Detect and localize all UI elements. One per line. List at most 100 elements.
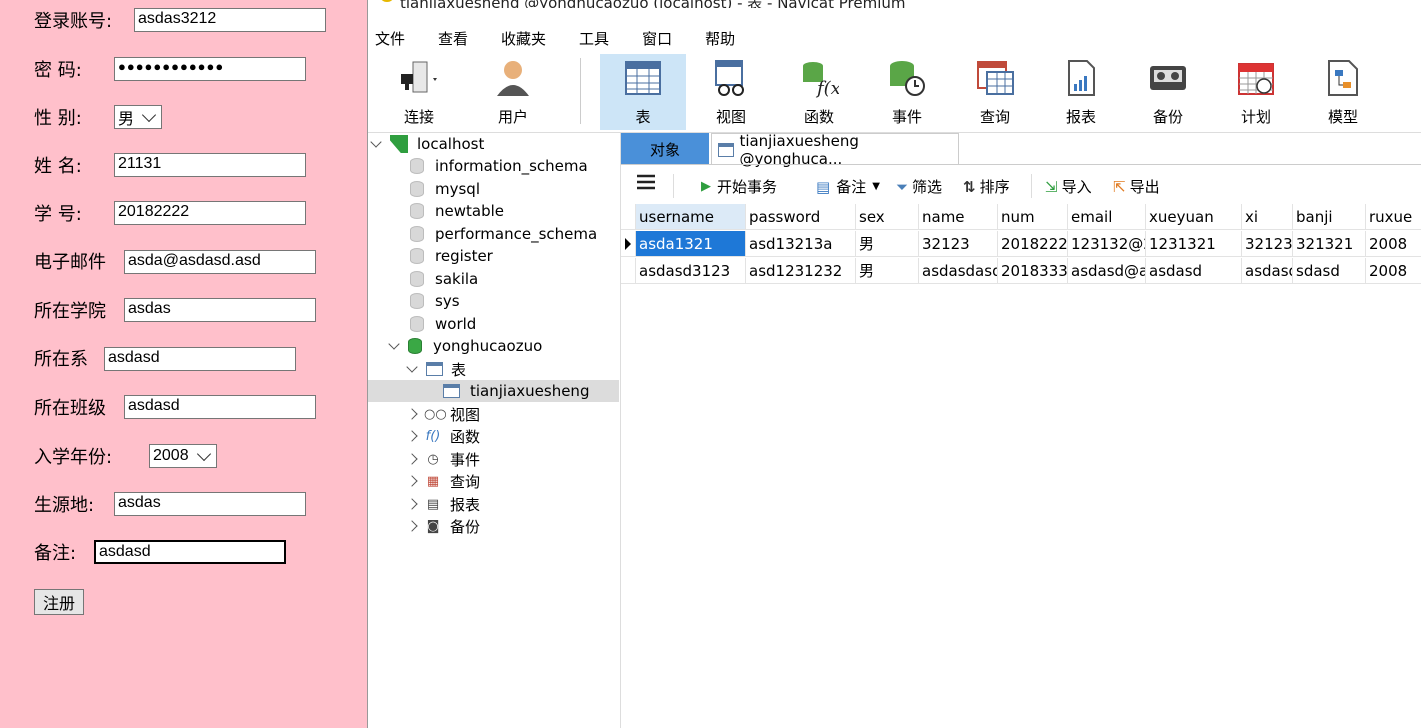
origin-row: 生源地: xyxy=(34,491,94,517)
tree-db-newtable[interactable]: newtable xyxy=(410,200,504,222)
tree-db-register[interactable]: register xyxy=(410,245,493,267)
toolbar-separator xyxy=(673,174,674,198)
chevron-down-icon xyxy=(406,361,418,373)
tree-group-reports[interactable]: ▤ 报表 xyxy=(406,493,480,515)
tree-connection-localhost[interactable]: localhost xyxy=(370,133,484,155)
tree-db-world[interactable]: world xyxy=(410,313,476,335)
tree-db-yonghucaozuo[interactable]: yonghucaozuo xyxy=(388,335,542,357)
menu-help[interactable]: 帮助 xyxy=(705,24,735,48)
column-header-xueyuan[interactable]: xueyuan xyxy=(1146,204,1242,230)
menu-favorites[interactable]: 收藏夹 xyxy=(501,24,546,48)
menu-tools[interactable]: 工具 xyxy=(579,24,609,48)
table-cell[interactable]: asd13213a xyxy=(746,231,856,257)
view-button[interactable]: 视图 xyxy=(688,54,774,130)
clock-icon: ◷ xyxy=(427,451,439,467)
menu-file[interactable]: 文件 xyxy=(375,24,405,48)
tree-group-tables[interactable]: 表 xyxy=(406,358,466,380)
column-header-name[interactable]: name xyxy=(919,204,998,230)
table-cell[interactable]: 20182222 xyxy=(998,231,1068,257)
sort-button[interactable]: ⇅ 排序 xyxy=(963,176,1010,197)
schedule-button[interactable]: 计划 xyxy=(1213,54,1299,130)
table-cell[interactable]: 2008 xyxy=(1366,231,1421,257)
table-button[interactable]: 表 xyxy=(600,54,686,130)
menu-window[interactable]: 窗口 xyxy=(642,24,672,48)
gender-select[interactable]: 男 xyxy=(114,105,162,129)
table-cell[interactable]: 2008 xyxy=(1366,258,1421,284)
tab-table-data[interactable]: tianjiaxuesheng @yonghuca... xyxy=(711,132,959,168)
note-input[interactable]: asdasd xyxy=(94,540,286,564)
toolbar-separator xyxy=(580,58,581,124)
backup-button[interactable]: 备份 xyxy=(1125,54,1211,130)
table-cell[interactable]: 20183333 xyxy=(998,258,1068,284)
column-header-xi[interactable]: xi xyxy=(1242,204,1293,230)
column-header-banji[interactable]: banji xyxy=(1293,204,1366,230)
user-icon xyxy=(497,61,529,96)
table-cell[interactable]: asda1321 xyxy=(636,231,746,257)
table-cell[interactable]: asdasd xyxy=(1242,258,1293,284)
note-row: 备注: xyxy=(34,539,76,565)
table-cell[interactable]: 1231321 xyxy=(1146,231,1242,257)
table-cell[interactable]: 男 xyxy=(856,231,919,257)
class-input[interactable]: asdasd xyxy=(124,395,316,419)
table-cell[interactable]: asd1231232 xyxy=(746,258,856,284)
connect-button[interactable]: 连接 xyxy=(376,54,462,130)
tree-group-queries[interactable]: ▦ 查询 xyxy=(406,470,480,492)
college-input[interactable]: asdas xyxy=(124,298,316,322)
name-input[interactable]: 21131 xyxy=(114,153,306,177)
current-row-icon xyxy=(625,238,631,250)
year-select[interactable]: 2008 xyxy=(149,444,217,468)
group-label: 备份 xyxy=(450,517,481,536)
tree-table-tianjiaxuesheng[interactable]: tianjiaxuesheng xyxy=(368,380,619,402)
account-input[interactable]: asdas3212 xyxy=(134,8,326,32)
memo-button[interactable]: ▤ 备注 ▼ xyxy=(816,176,880,197)
user-button[interactable]: 用户 xyxy=(470,54,556,130)
column-header-ruxue[interactable]: ruxue xyxy=(1366,204,1421,230)
tree-db-mysql[interactable]: mysql xyxy=(410,178,480,200)
function-button[interactable]: f(x) 函数 xyxy=(776,54,862,130)
column-header-email[interactable]: email xyxy=(1068,204,1146,230)
table-cell[interactable]: asdasd xyxy=(1146,258,1242,284)
export-button[interactable]: ⇱ 导出 xyxy=(1113,176,1160,197)
column-header-sex[interactable]: sex xyxy=(856,204,919,230)
register-button[interactable]: 注册 xyxy=(34,589,85,615)
table-cell[interactable]: asdasdasd xyxy=(919,258,998,284)
import-button[interactable]: ⇲ 导入 xyxy=(1045,176,1092,197)
column-header-username[interactable]: username xyxy=(636,204,746,230)
table-cell[interactable]: 32123 xyxy=(1242,231,1293,257)
table-cell[interactable]: asdasd@a xyxy=(1068,258,1146,284)
report-button[interactable]: 报表 xyxy=(1038,54,1124,130)
password-input[interactable]: ●●●●●●●●●●●● xyxy=(114,57,306,81)
student-id-input[interactable]: 20182222 xyxy=(114,201,306,225)
table-cell[interactable]: 32123 xyxy=(919,231,998,257)
model-button[interactable]: 模型 xyxy=(1300,54,1386,130)
column-header-num[interactable]: num xyxy=(998,204,1068,230)
table-cell[interactable]: sdasd xyxy=(1293,258,1366,284)
column-header-password[interactable]: password xyxy=(746,204,856,230)
table-cell[interactable]: 男 xyxy=(856,258,919,284)
origin-input[interactable]: asdas xyxy=(114,492,306,516)
tree-db-information-schema[interactable]: information_schema xyxy=(410,155,588,177)
event-button[interactable]: 事件 xyxy=(864,54,950,130)
tab-divider xyxy=(621,164,1421,165)
query-button[interactable]: 查询 xyxy=(952,54,1038,130)
hamburger-menu-button[interactable] xyxy=(637,174,655,190)
table-cell[interactable]: 321321 xyxy=(1293,231,1366,257)
menu-view[interactable]: 查看 xyxy=(438,24,468,48)
table-cell[interactable]: asdasd3123 xyxy=(636,258,746,284)
function-icon: f(x) xyxy=(803,62,839,98)
memo-icon: ▤ xyxy=(816,177,831,196)
tree-group-events[interactable]: ◷ 事件 xyxy=(406,448,480,470)
tree-db-sakila[interactable]: sakila xyxy=(410,268,478,290)
begin-transaction-button[interactable]: ▶ 开始事务 xyxy=(701,176,777,197)
tree-group-functions[interactable]: f() 函数 xyxy=(406,425,480,447)
account-row: 登录账号: xyxy=(34,7,112,33)
tree-group-views[interactable]: ○○ 视图 xyxy=(406,403,480,425)
filter-button[interactable]: ⏷ 筛选 xyxy=(896,176,942,197)
tree-group-backups[interactable]: ◙ 备份 xyxy=(406,515,481,537)
tree-db-performance-schema[interactable]: performance_schema xyxy=(410,223,597,245)
tab-objects[interactable]: 对象 xyxy=(621,133,709,165)
tree-db-sys[interactable]: sys xyxy=(410,290,460,312)
email-input[interactable]: asda@asdasd.asd xyxy=(124,250,316,274)
table-cell[interactable]: 123132@2 xyxy=(1068,231,1146,257)
department-input[interactable]: asdasd xyxy=(104,347,296,371)
